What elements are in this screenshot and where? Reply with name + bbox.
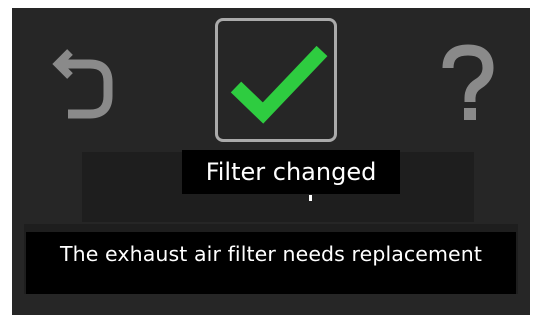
status-title: Filter changed [182, 150, 400, 194]
back-arrow-icon [52, 49, 113, 119]
question-mark-icon [442, 44, 494, 120]
device-screen: Filter changed The exhaust air filter ne… [12, 8, 530, 315]
checkmark-icon [230, 45, 328, 124]
decorative-tick [309, 195, 312, 201]
status-message: The exhaust air filter needs replacement [26, 232, 516, 294]
back-button[interactable] [50, 44, 120, 124]
help-button[interactable] [438, 42, 498, 126]
confirm-button[interactable] [215, 18, 337, 142]
